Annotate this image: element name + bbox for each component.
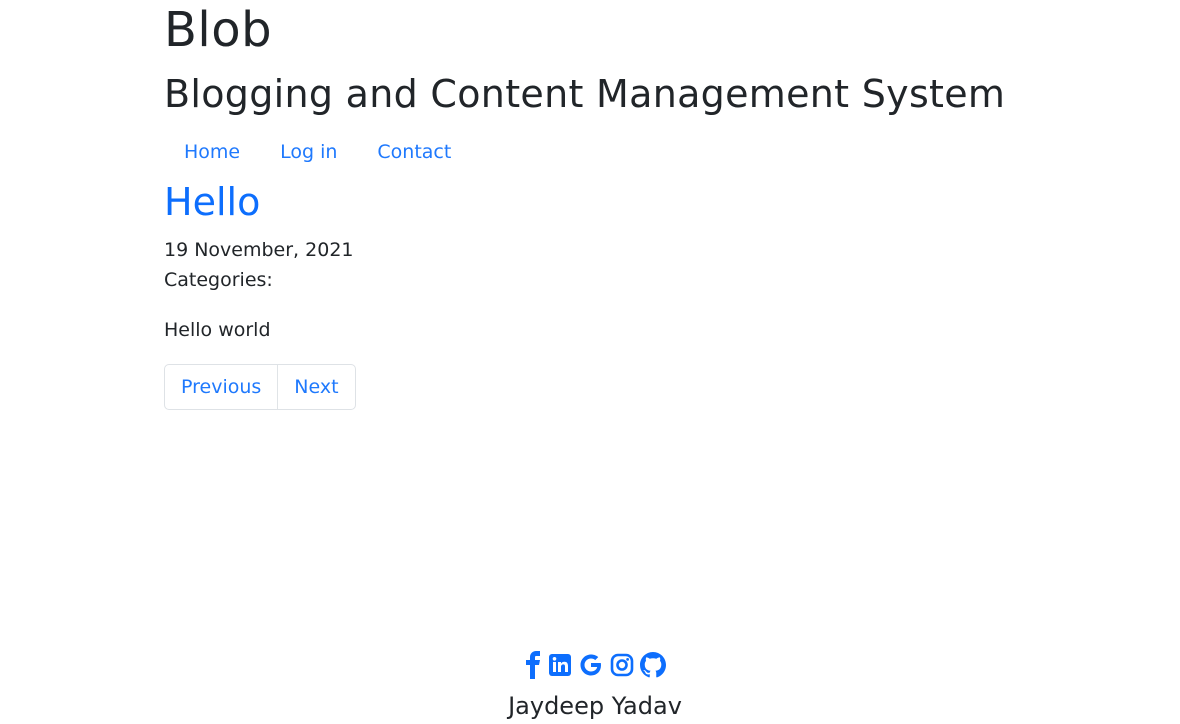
nav-login-link[interactable]: Log in (280, 138, 337, 166)
nav-home-link[interactable]: Home (184, 138, 240, 166)
next-button[interactable]: Next (277, 365, 354, 409)
instagram-icon[interactable] (610, 653, 634, 677)
github-icon[interactable] (640, 652, 666, 678)
site-title: Blob (164, 2, 273, 58)
footer: Jaydeep Yadav (0, 648, 1180, 722)
linkedin-icon[interactable] (548, 653, 572, 677)
social-links (0, 648, 1180, 682)
pagination: Previous Next (164, 364, 356, 410)
footer-author-name: Jaydeep Yadav (508, 692, 682, 720)
nav-contact-link[interactable]: Contact (377, 138, 451, 166)
site-subtitle: Blogging and Content Management System (164, 72, 1006, 116)
post-title-link[interactable]: Hello (164, 178, 260, 226)
previous-button[interactable]: Previous (165, 365, 277, 409)
facebook-icon[interactable] (524, 651, 542, 679)
google-icon[interactable] (578, 652, 604, 678)
post-body: Hello world (164, 319, 271, 341)
main-nav: Home Log in Contact (184, 138, 451, 166)
page: Blob Blogging and Content Management Sys… (0, 0, 1180, 724)
post-date: 19 November, 2021 (164, 239, 354, 261)
post-categories-label: Categories: (164, 269, 273, 291)
